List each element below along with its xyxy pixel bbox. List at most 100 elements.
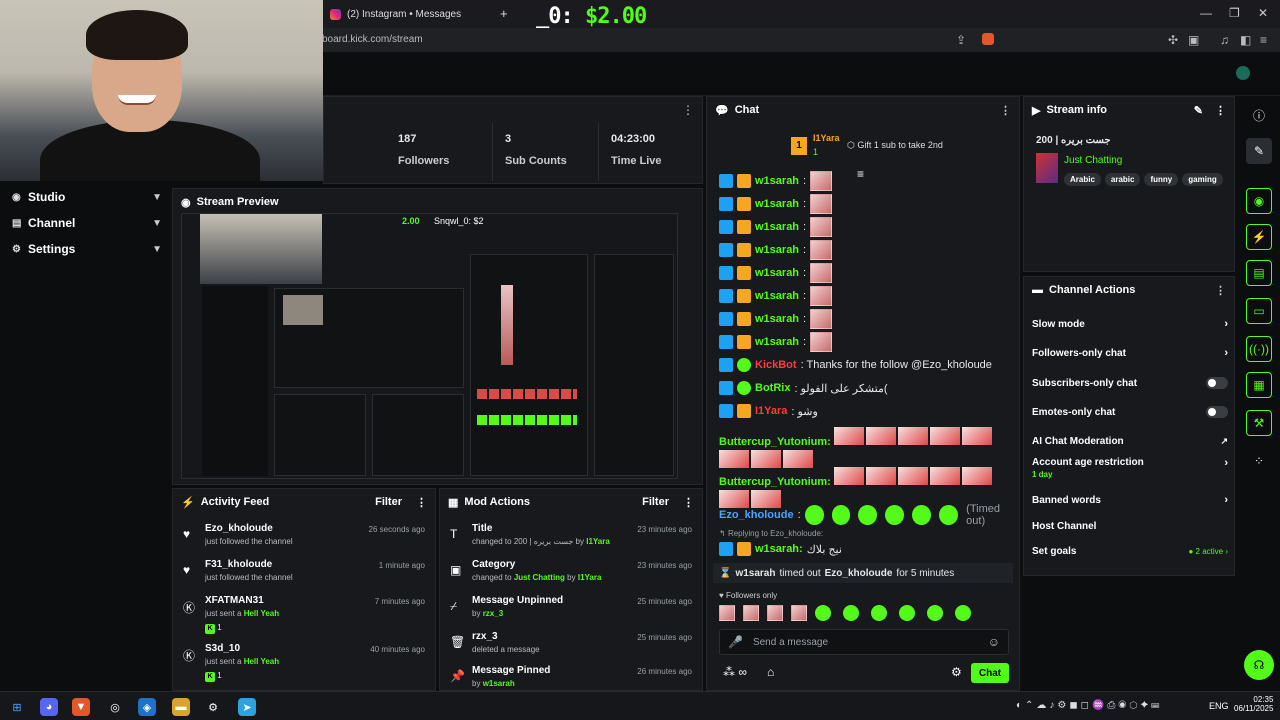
chat-settings-icon[interactable]: ⚙: [951, 665, 962, 679]
tag[interactable]: funny: [1144, 173, 1179, 186]
stream-info-more-icon[interactable]: ⋮: [1215, 104, 1226, 117]
emoji-icon[interactable]: ☺: [988, 635, 1000, 649]
nested-activity: [274, 394, 366, 476]
brave-icon[interactable]: ▼: [72, 698, 90, 716]
emote-button[interactable]: [955, 605, 971, 621]
menu-icon[interactable]: ≡: [1260, 33, 1267, 47]
document-icon[interactable]: ▤: [1246, 260, 1272, 286]
tag[interactable]: gaming: [1182, 173, 1223, 186]
folder-icon[interactable]: ▬: [172, 698, 190, 716]
emote-button[interactable]: [899, 605, 915, 621]
activity-filter-button[interactable]: Filter: [375, 496, 402, 508]
emote: [930, 467, 961, 485]
obs-icon[interactable]: ◎: [106, 698, 124, 716]
broadcast-icon[interactable]: ((·)): [1246, 336, 1272, 362]
edit-icon[interactable]: ✎: [1246, 138, 1272, 164]
chat-input[interactable]: 🎤 Send a message ☺: [719, 629, 1009, 655]
chat-bubble-icon[interactable]: ▭: [1246, 298, 1272, 324]
action-account-age[interactable]: Account age restriction 1 day ›: [1032, 457, 1228, 485]
close-icon[interactable]: ✕: [1258, 6, 1268, 20]
action-ai-moderation[interactable]: AI Chat Moderation ↗: [1032, 430, 1228, 452]
emote-button[interactable]: [815, 605, 831, 621]
chat-username[interactable]: w1sarah: [755, 290, 799, 302]
chat-username[interactable]: w1sarah: [755, 267, 799, 279]
media-icon[interactable]: ♫: [1220, 33, 1229, 47]
wrench-icon[interactable]: ⚒: [1246, 410, 1272, 436]
sidebar-item-channel[interactable]: ▤ Channel ▼: [12, 211, 162, 235]
chat-username[interactable]: w1sarah: [755, 244, 799, 256]
action-set-goals[interactable]: Set goals ● 2 active ›: [1032, 540, 1228, 562]
share-icon[interactable]: ⇪: [956, 33, 966, 47]
sidebar-icon[interactable]: ▣: [1188, 33, 1199, 47]
chat-username[interactable]: w1sarah: [755, 198, 799, 210]
action-host-channel[interactable]: Host Channel: [1032, 515, 1228, 537]
camera-icon[interactable]: ◉: [1246, 188, 1272, 214]
store-icon[interactable]: ⌂: [767, 665, 774, 679]
emote-button[interactable]: [791, 605, 807, 621]
action-followers-only[interactable]: Followers-only chat ›: [1032, 342, 1228, 364]
start-icon[interactable]: ⊞: [8, 698, 26, 716]
emote-button[interactable]: [767, 605, 783, 621]
minimize-icon[interactable]: —: [1200, 6, 1212, 20]
action-emotes-only[interactable]: Emotes-only chat: [1032, 401, 1228, 423]
emote-button[interactable]: [871, 605, 887, 621]
mod-more-icon[interactable]: ⋮: [683, 496, 694, 509]
restore-icon[interactable]: ❐: [1229, 6, 1240, 20]
pinned-toggle-icon[interactable]: ≡: [857, 167, 864, 181]
chat-more-icon[interactable]: ⋮: [1000, 104, 1011, 117]
action-slow-mode[interactable]: Slow mode ›: [1032, 313, 1228, 335]
info-icon[interactable]: ⓘ: [1246, 102, 1272, 128]
leader-name: I1Yara: [813, 133, 840, 143]
emotes-only-toggle[interactable]: [1206, 406, 1228, 418]
support-icon[interactable]: ☊: [1244, 650, 1274, 680]
apps-icon[interactable]: ⁘: [1246, 448, 1272, 474]
url-text[interactable]: board.kick.com/stream: [322, 34, 423, 45]
chat-mode-indicator: ♥ Followers only: [719, 591, 778, 600]
action-subscribers-only[interactable]: Subscribers-only chat: [1032, 372, 1228, 394]
app-icon[interactable]: ◈: [138, 698, 156, 716]
chat-username[interactable]: w1sarah: [755, 221, 799, 233]
emote-button[interactable]: [743, 605, 759, 621]
emote-button[interactable]: [719, 605, 735, 621]
microphone-icon[interactable]: 🎤: [728, 635, 743, 649]
list-icon[interactable]: ▦: [1246, 372, 1272, 398]
panel-title: Stream Preview: [196, 196, 279, 208]
points-icon[interactable]: ⁂ ∞: [723, 665, 747, 679]
language-indicator[interactable]: ENG: [1209, 701, 1229, 711]
sidebar-item-settings[interactable]: ⚙ Settings ▼: [12, 237, 162, 261]
stats-more-icon[interactable]: ⋮: [682, 103, 694, 117]
panel-icon[interactable]: ◧: [1240, 33, 1251, 47]
subscribers-only-toggle[interactable]: [1206, 377, 1228, 389]
tag[interactable]: arabic: [1104, 173, 1141, 186]
mod-filter-button[interactable]: Filter: [642, 496, 669, 508]
clock[interactable]: 02:35 06/11/2025: [1234, 695, 1273, 713]
avatar[interactable]: [1236, 66, 1250, 80]
category-name[interactable]: Just Chatting: [1064, 155, 1122, 166]
emote-button[interactable]: [927, 605, 943, 621]
kick-badge-icon: K: [205, 624, 215, 634]
stat-subs: 3 Sub Counts: [492, 123, 567, 181]
chat-username[interactable]: w1sarah: [755, 336, 799, 348]
sidebar-item-studio[interactable]: ◉ Studio ▼: [12, 185, 162, 209]
stream-preview-video[interactable]: 2.00 Snqwl_0: $2: [181, 213, 678, 479]
chat-username[interactable]: w1sarah: [755, 313, 799, 325]
emote-button[interactable]: [843, 605, 859, 621]
list-item: ♥ Ezo_kholoude just followed the channel 2…: [183, 523, 425, 546]
telegram-icon[interactable]: ➤: [238, 698, 256, 716]
new-tab-icon[interactable]: +: [500, 6, 508, 21]
browser-tab[interactable]: (2) Instagram • Messages: [330, 4, 498, 24]
brave-shield-icon[interactable]: [982, 33, 994, 45]
discord-icon[interactable]: ◕: [40, 698, 58, 716]
chat-username[interactable]: w1sarah: [755, 175, 799, 187]
action-banned-words[interactable]: Banned words ›: [1032, 489, 1228, 511]
bolt-icon[interactable]: ⚡: [1246, 224, 1272, 250]
send-chat-button[interactable]: Chat: [971, 663, 1009, 683]
system-tray-icons[interactable]: ◐⌃☁♪⚙◼◻♒⎙◉⬡✦⌨: [1016, 700, 1162, 711]
edit-icon[interactable]: ✎: [1194, 104, 1203, 117]
activity-more-icon[interactable]: ⋮: [416, 496, 427, 509]
channel-actions-more-icon[interactable]: ⋮: [1215, 284, 1226, 297]
extensions-icon[interactable]: ✣: [1168, 33, 1178, 47]
tag[interactable]: Arabic: [1064, 173, 1101, 186]
settings-icon[interactable]: ⚙: [204, 698, 222, 716]
gift-sub-text[interactable]: ⬡ Gift 1 sub to take 2nd: [847, 140, 943, 151]
